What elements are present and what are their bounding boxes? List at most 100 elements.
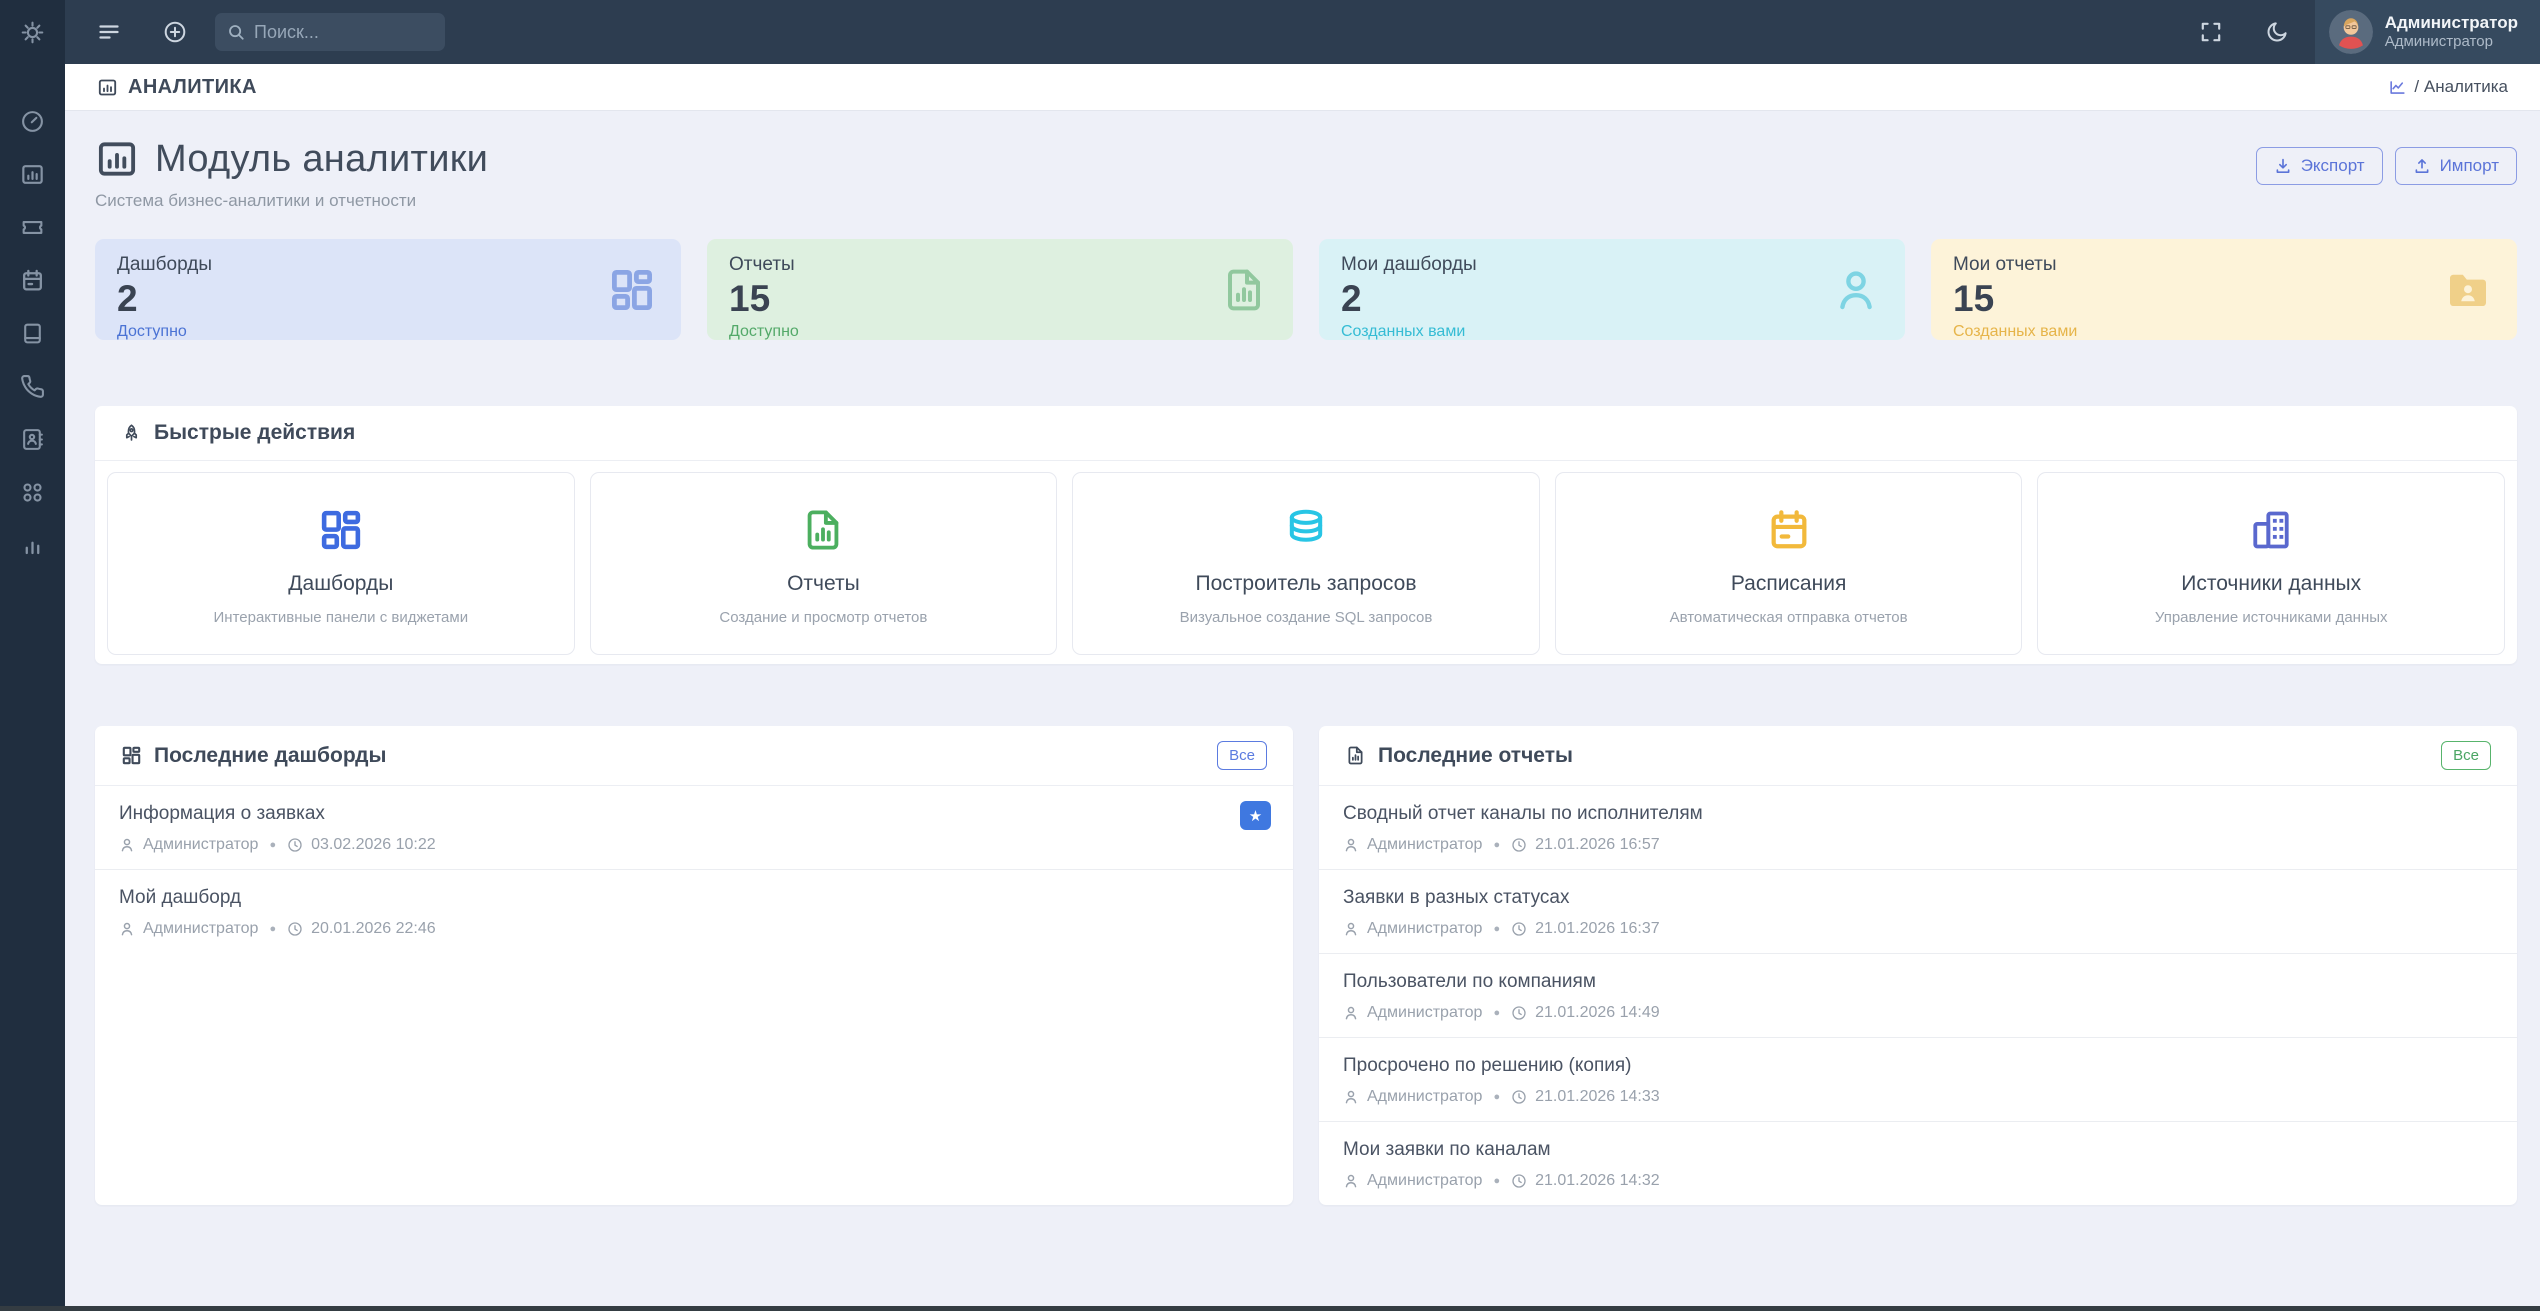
breadcrumb-label: / Аналитика — [2414, 77, 2508, 97]
analytics-icon — [97, 77, 118, 98]
apps-icon[interactable] — [0, 466, 65, 519]
action-reports[interactable]: Отчеты Создание и просмотр отчетов — [590, 472, 1058, 655]
calendar-icon[interactable] — [0, 254, 65, 307]
file-chart-icon — [1345, 745, 1366, 766]
all-reports-button[interactable]: Все — [2441, 741, 2491, 770]
report-item[interactable]: Пользователи по компаниям Администратор … — [1319, 953, 2517, 1037]
person-icon — [1832, 266, 1880, 314]
stat-label: Мои дашборды — [1341, 254, 1883, 276]
import-label: Импорт — [2440, 156, 2499, 176]
moon-icon[interactable] — [2255, 10, 2299, 54]
stat-card-dashboards[interactable]: Дашборды 2 Доступно — [95, 239, 681, 340]
ticket-icon[interactable] — [0, 201, 65, 254]
report-item[interactable]: Просрочено по решению (копия) Администра… — [1319, 1037, 2517, 1121]
dot-separator: ● — [266, 923, 279, 935]
contacts-icon[interactable] — [0, 413, 65, 466]
file-chart-icon — [1220, 266, 1268, 314]
item-title[interactable]: Мой дашборд — [119, 887, 1269, 909]
user-role: Администратор — [2385, 33, 2518, 52]
star-badge[interactable]: ★ — [1240, 801, 1271, 830]
clock-icon — [1511, 837, 1527, 853]
page-subtitle: Система бизнес-аналитики и отчетности — [95, 191, 488, 211]
stat-value: 2 — [117, 278, 659, 320]
item-date: 21.01.2026 16:57 — [1535, 836, 1660, 854]
action-schedules[interactable]: Расписания Автоматическая отправка отчет… — [1555, 472, 2023, 655]
reports-icon[interactable] — [0, 519, 65, 572]
quick-actions-title: Быстрые действия — [154, 421, 355, 445]
action-dashboards[interactable]: Дашборды Интерактивные панели с виджетам… — [107, 472, 575, 655]
search-icon — [227, 23, 245, 41]
clock-icon — [1511, 921, 1527, 937]
item-author: Администратор — [1367, 836, 1482, 854]
sidebar — [0, 0, 65, 1311]
item-date: 03.02.2026 10:22 — [311, 836, 436, 854]
stat-sub: Созданных вами — [1341, 323, 1883, 341]
stat-sub: Доступно — [117, 323, 659, 341]
file-chart-icon — [800, 507, 846, 553]
person-icon — [1343, 921, 1359, 937]
item-author: Администратор — [1367, 920, 1482, 938]
action-desc: Создание и просмотр отчетов — [603, 609, 1045, 626]
action-desc: Управление источниками данных — [2050, 609, 2492, 626]
item-title[interactable]: Информация о заявках — [119, 803, 1269, 825]
import-button[interactable]: Импорт — [2395, 147, 2517, 185]
item-author: Администратор — [1367, 1004, 1482, 1022]
person-icon — [119, 921, 135, 937]
menu-icon[interactable] — [87, 10, 131, 54]
analytics-module-icon — [95, 137, 139, 181]
action-data-sources[interactable]: Источники данных Управление источниками … — [2037, 472, 2505, 655]
chart-line-icon — [2388, 78, 2407, 97]
report-item[interactable]: Сводный отчет каналы по исполнителям Адм… — [1319, 786, 2517, 869]
dot-separator: ● — [1490, 923, 1503, 935]
fullscreen-icon[interactable] — [2189, 10, 2233, 54]
action-label: Отчеты — [603, 572, 1045, 596]
module-title: АНАЛИТИКА — [128, 76, 257, 99]
stat-cards: Дашборды 2 Доступно Отчеты 15 Доступно М… — [95, 239, 2517, 340]
item-title[interactable]: Сводный отчет каналы по исполнителям — [1343, 803, 2493, 825]
action-query-builder[interactable]: Построитель запросов Визуальное создание… — [1072, 472, 1540, 655]
database-icon — [1283, 507, 1329, 553]
item-date: 21.01.2026 14:33 — [1535, 1088, 1660, 1106]
dot-separator: ● — [1490, 1175, 1503, 1187]
item-title[interactable]: Просрочено по решению (копия) — [1343, 1055, 2493, 1077]
stat-card-reports[interactable]: Отчеты 15 Доступно — [707, 239, 1293, 340]
folder-person-icon — [2444, 266, 2492, 314]
stat-label: Дашборды — [117, 254, 659, 276]
dashboard-item[interactable]: Мой дашборд Администратор ● 20.01.2026 2… — [95, 869, 1293, 953]
search-box — [215, 13, 445, 51]
window-edge — [0, 1306, 2540, 1311]
item-title[interactable]: Заявки в разных статусах — [1343, 887, 2493, 909]
calls-icon[interactable] — [0, 360, 65, 413]
stat-label: Мои отчеты — [1953, 254, 2495, 276]
recent-reports-title: Последние отчеты — [1378, 744, 1573, 768]
stat-value: 2 — [1341, 278, 1883, 320]
breadcrumb[interactable]: / Аналитика — [2388, 77, 2508, 97]
export-button[interactable]: Экспорт — [2256, 147, 2383, 185]
stat-card-my-reports[interactable]: Мои отчеты 15 Созданных вами — [1931, 239, 2517, 340]
module-title-wrap: АНАЛИТИКА — [97, 76, 257, 99]
upload-icon — [2413, 157, 2431, 175]
report-item[interactable]: Мои заявки по каналам Администратор ● 21… — [1319, 1121, 2517, 1205]
person-icon — [1343, 1173, 1359, 1189]
settings-icon[interactable] — [0, 0, 65, 64]
plus-circle-icon[interactable] — [153, 10, 197, 54]
item-author: Администратор — [143, 836, 258, 854]
grid-icon — [121, 745, 142, 766]
page-content: Модуль аналитики Система бизнес-аналитик… — [65, 111, 2540, 1311]
top-navbar: Администратор Администратор — [65, 0, 2540, 64]
analytics-icon[interactable] — [0, 148, 65, 201]
dot-separator: ● — [1490, 1007, 1503, 1019]
quick-actions-panel: Быстрые действия Дашборды Интерактивные … — [95, 406, 2517, 664]
dashboard-item[interactable]: Информация о заявках Администратор ● 03.… — [95, 786, 1293, 869]
search-input[interactable] — [254, 22, 433, 43]
stat-card-my-dashboards[interactable]: Мои дашборды 2 Созданных вами — [1319, 239, 1905, 340]
clock-icon — [1511, 1089, 1527, 1105]
person-icon — [119, 837, 135, 853]
item-title[interactable]: Мои заявки по каналам — [1343, 1139, 2493, 1161]
knowledge-base-icon[interactable] — [0, 307, 65, 360]
item-title[interactable]: Пользователи по компаниям — [1343, 971, 2493, 993]
all-dashboards-button[interactable]: Все — [1217, 741, 1267, 770]
user-menu[interactable]: Администратор Администратор — [2315, 0, 2540, 64]
report-item[interactable]: Заявки в разных статусах Администратор ●… — [1319, 869, 2517, 953]
gauge-icon[interactable] — [0, 95, 65, 148]
